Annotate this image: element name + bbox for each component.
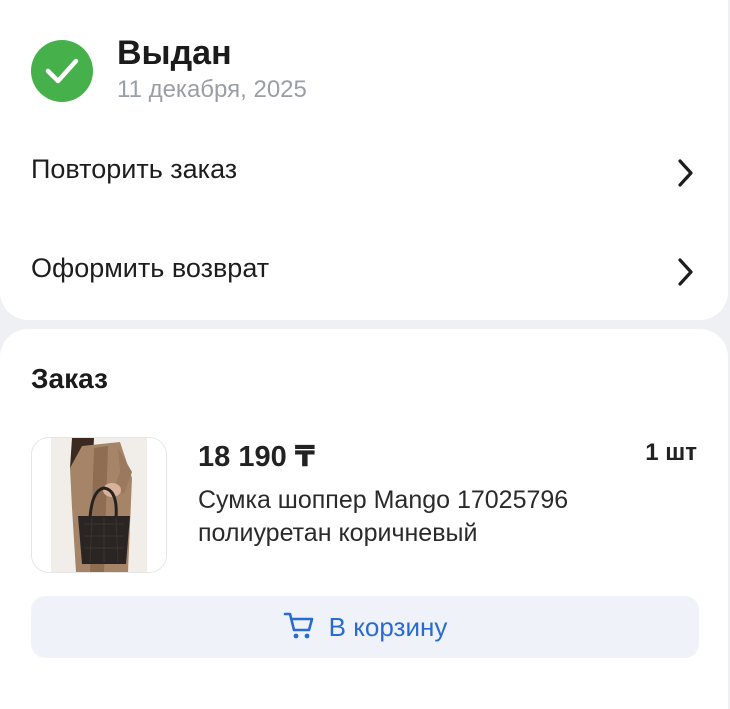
- add-to-cart-button[interactable]: В корзину: [31, 596, 699, 658]
- add-to-cart-label: В корзину: [328, 611, 448, 642]
- product-name[interactable]: Сумка шоппер Mango 17025796 полиуретан к…: [198, 484, 668, 550]
- order-heading: Заказ: [31, 363, 108, 394]
- status-title: Выдан: [117, 34, 232, 72]
- return-order-button[interactable]: Оформить возврат: [31, 247, 699, 295]
- repeat-order-label: Повторить заказ: [31, 154, 238, 184]
- chevron-right-icon: [675, 158, 695, 193]
- order-status-card: Выдан 11 декабря, 2025 Повторить заказ О…: [0, 0, 728, 320]
- cart-icon: [283, 610, 315, 645]
- order-card: Заказ 18 190 ₸ 1 шт Сумка шоппер Mango 1…: [0, 329, 728, 709]
- product-name-line-1: Сумка шоппер Mango 17025796: [198, 486, 569, 514]
- status-date: 11 декабря, 2025: [117, 76, 307, 103]
- product-price: 18 190 ₸: [198, 441, 315, 473]
- repeat-order-button[interactable]: Повторить заказ: [31, 148, 699, 196]
- return-order-label: Оформить возврат: [31, 253, 270, 283]
- check-circle-icon: [31, 40, 93, 102]
- product-quantity: 1 шт: [645, 439, 697, 466]
- product-name-line-2: полиуретан коричневый: [198, 519, 478, 547]
- chevron-right-icon: [675, 257, 695, 292]
- product-image[interactable]: [31, 437, 167, 573]
- add-to-cart-content: В корзину: [31, 596, 699, 658]
